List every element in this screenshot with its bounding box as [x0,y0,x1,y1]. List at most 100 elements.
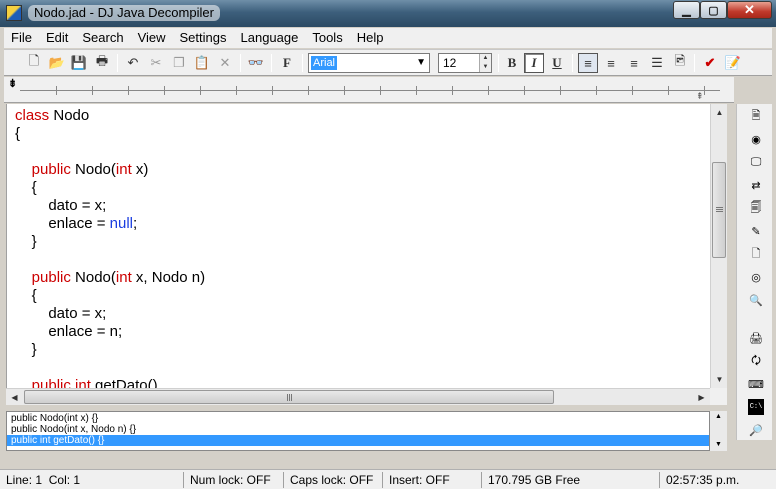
font-family-select[interactable]: Arial ▼ [308,53,430,73]
menu-view[interactable]: View [131,28,173,48]
underline-button[interactable]: U [547,53,567,73]
app-icon[interactable] [6,5,22,21]
toolbar-separator [240,54,241,72]
bold-button[interactable]: B [502,53,522,73]
code-line: dato = x; [15,197,106,215]
console-icon[interactable]: C:\ [748,399,764,415]
copy-doc-icon[interactable]: 🗐 [748,200,764,216]
menu-tools[interactable]: Tools [305,28,349,48]
member-list-item[interactable]: public Nodo(int x, Nodo n) {} [11,424,136,435]
code-line: } [15,341,37,359]
minimize-button[interactable]: ▁ [673,1,700,19]
align-center-button[interactable]: ≡ [601,53,621,73]
code-line: public Nodo(int x, Nodo n) [15,269,205,287]
keyword-token: class [15,107,50,124]
close-button[interactable]: ✕ [727,1,772,19]
code-editor[interactable]: class Nodo{ public Nodo(int x) { dato = … [6,104,710,388]
refresh-icon[interactable]: 🗘 [748,353,764,369]
scroll-left-icon[interactable]: ◀ [6,389,23,406]
printer-icon[interactable]: 🖨 [748,330,764,346]
code-token: } [15,233,37,250]
maximize-button[interactable]: ▢ [700,1,727,19]
eraser-icon[interactable]: ✎ [748,223,764,239]
ruler-tick [452,86,453,95]
code-line: { [15,179,37,197]
literal-token: null [109,215,133,232]
menu-search[interactable]: Search [75,28,130,48]
document-icon[interactable]: 🗋 [748,246,764,262]
copy-icon[interactable]: ❐ [169,53,189,73]
code-line: class Nodo [15,107,89,125]
grip-icon [716,207,723,208]
save-source-icon[interactable]: 🗎 [748,108,764,124]
scroll-up-icon[interactable]: ▲ [711,104,728,121]
code-token: enlace = n; [15,323,123,340]
paste-icon[interactable]: 📋 [192,53,212,73]
ruler-tick [416,86,417,95]
code-token: x) [131,161,149,178]
keyword-token: public [31,377,71,388]
editor-horizontal-scrollbar[interactable]: ◀ ▶ [6,388,710,405]
menu-edit[interactable]: Edit [39,28,75,48]
ruler-tick [128,86,129,95]
monitor-icon[interactable]: 🖵 [748,154,764,170]
target-icon[interactable]: ◎ [748,269,764,285]
undo-icon[interactable]: ↶ [123,53,143,73]
scroll-down-icon[interactable]: ▼ [711,371,728,388]
search-icon[interactable]: 🔍 [748,292,764,308]
save-icon[interactable]: 💾 [69,53,89,73]
right-margin-marker-icon[interactable]: ⇞ [696,91,704,102]
align-right-button[interactable]: ≡ [624,53,644,73]
open-folder-icon[interactable]: 📂 [47,53,67,73]
code-token: dato = x; [15,305,107,322]
align-left-button[interactable]: ≡ [578,53,598,73]
member-list-item[interactable]: public Nodo(int x) {} [11,413,98,424]
check-syntax-icon[interactable]: ✔ [700,53,720,73]
ruler-tick [344,86,345,95]
print-icon[interactable]: 🖶 [92,53,112,73]
indent-marker-icon[interactable]: ⇟ [8,79,17,90]
font-dialog-icon[interactable]: F [277,53,297,73]
cut-icon[interactable]: ✂ [146,53,166,73]
find-binoculars-icon[interactable]: 👓 [246,53,266,73]
side-toolbar: 🗎 ◉ 🖵 ⇄ 🗐 ✎ 🗋 ◎ 🔍 🖨 🗘 ⌨ C:\ 🔎 [736,104,772,440]
menu-settings[interactable]: Settings [173,28,234,48]
new-file-icon[interactable]: 🗋 [24,53,44,73]
code-line: enlace = n; [15,323,122,341]
find-doc-icon[interactable]: 🔎 [748,422,764,438]
code-token: { [15,287,37,304]
scroll-thumb[interactable] [712,162,726,258]
member-list-scrollbar[interactable]: ▲ ▼ [710,411,727,451]
menu-language[interactable]: Language [234,28,306,48]
cursor-position: Line: 1 Col: 1 [0,472,184,488]
keyword-token: int [75,377,91,388]
ruler-tick [560,86,561,95]
scroll-up-icon[interactable]: ▲ [710,411,727,423]
menu-help[interactable]: Help [350,28,391,48]
delete-icon[interactable]: ✕ [215,53,235,73]
run-icon[interactable]: ◉ [748,131,764,147]
edit-document-icon[interactable]: 📝 [723,53,743,73]
menu-file[interactable]: File [4,28,39,48]
scroll-down-icon[interactable]: ▼ [710,439,727,451]
scroll-right-icon[interactable]: ▶ [693,389,710,406]
scroll-thumb[interactable] [24,390,554,404]
chevron-down-icon[interactable]: ▼ [416,57,426,68]
editor-vertical-scrollbar[interactable]: ▲ ▼ [710,104,727,388]
status-bar: Line: 1 Col: 1 Num lock: OFF Caps lock: … [0,469,776,489]
bullets-button[interactable]: ☰ [647,53,667,73]
code-token: enlace = [15,215,110,232]
font-size-stepper[interactable]: 12 ▲ ▼ [438,53,492,73]
ruler-tick [596,86,597,95]
italic-button[interactable]: I [524,53,544,73]
swap-icon[interactable]: ⇄ [748,177,764,193]
member-list-item[interactable]: public int getDato() {} [7,435,709,446]
ruler-tick [200,86,201,95]
spin-arrows-icon[interactable]: ▲ ▼ [479,54,491,72]
insert-status: Insert: OFF [383,472,482,488]
keyboard-icon[interactable]: ⌨ [748,376,764,392]
member-list[interactable]: public Nodo(int x) {} public Nodo(int x, … [6,411,710,451]
insert-image-icon[interactable]: 🖻 [670,53,690,73]
keyword-token: public [31,161,71,178]
